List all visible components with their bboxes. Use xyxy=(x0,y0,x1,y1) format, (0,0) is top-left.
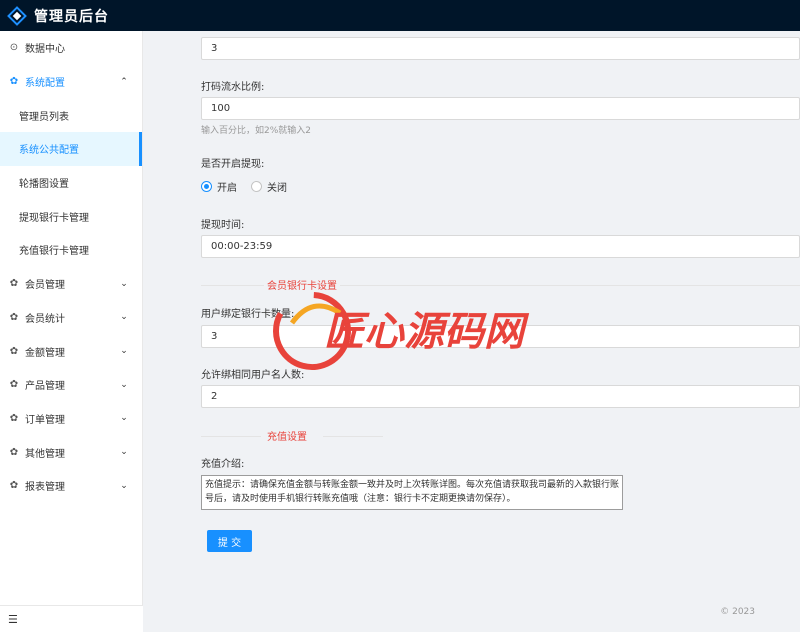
section-member-bank-card: 会员银行卡设置 xyxy=(201,277,800,292)
top-field-input[interactable]: 3 xyxy=(201,37,800,60)
bind-count-input[interactable]: 3 xyxy=(201,325,800,348)
sidebar-group-member-management[interactable]: ✿ 会员管理 ⌄ xyxy=(0,267,142,301)
withdraw-time-input[interactable]: 00:00-23:59 xyxy=(201,235,800,258)
section-title-member-bank: 会员银行卡设置 xyxy=(264,277,340,292)
chevron-down-icon: ⌄ xyxy=(120,379,128,390)
app-title: 管理员后台 xyxy=(34,8,109,25)
chevron-down-icon: ⌄ xyxy=(120,312,128,323)
withdraw-time-label: 提现时间: xyxy=(201,220,245,231)
radio-unchecked-icon[interactable] xyxy=(251,181,262,192)
gear-icon: ✿ xyxy=(9,379,19,391)
sidebar-group-member-stats[interactable]: ✿ 会员统计 ⌄ xyxy=(0,301,142,335)
section-divider-left xyxy=(201,436,261,437)
recharge-intro-textarea[interactable]: 充值提示：请确保充值金额与转账金额一致并及时上次转账详图。每次充值请获取我司最新… xyxy=(201,475,623,510)
code-ratio-input[interactable]: 100 xyxy=(201,97,800,120)
submit-button[interactable]: 提 交 xyxy=(207,530,252,552)
section-title-recharge: 充值设置 xyxy=(264,428,310,443)
radio-checked-icon[interactable] xyxy=(201,181,212,192)
gear-icon: ✿ xyxy=(9,278,19,290)
sidebar-item-admin-list[interactable]: 管理员列表 xyxy=(0,98,142,132)
sidebar: ⊙ 数据中心 ✿ 系统配置 ⌃ 管理员列表 系统公共配置 轮播图设置 提现银行卡… xyxy=(0,31,143,632)
withdraw-enabled-option-on[interactable]: 开启 xyxy=(201,179,237,194)
same-name-label: 允许绑相同用户名人数: xyxy=(201,370,305,381)
sidebar-group-other-management[interactable]: ✿ 其他管理 ⌄ xyxy=(0,435,142,469)
main-content: 3 打码流水比例: 100 输入百分比，如2%就输入2 是否开启提现: 开启 关… xyxy=(143,31,800,632)
sidebar-group-system-config[interactable]: ✿ 系统配置 ⌃ xyxy=(0,65,142,99)
section-recharge: 充值设置 xyxy=(201,428,800,443)
app-logo-icon xyxy=(7,5,27,26)
code-ratio-help: 输入百分比，如2%就输入2 xyxy=(201,126,312,136)
chevron-down-icon: ⌄ xyxy=(120,480,128,491)
chevron-down-icon: ⌄ xyxy=(120,413,128,424)
bind-count-label: 用户绑定银行卡数量: xyxy=(201,309,295,320)
sidebar-group-amount-management[interactable]: ✿ 金额管理 ⌄ xyxy=(0,334,142,368)
sidebar-collapse-button[interactable]: ☰ xyxy=(0,605,143,632)
dashboard-icon: ⊙ xyxy=(9,42,19,54)
same-name-input[interactable]: 2 xyxy=(201,385,800,408)
sidebar-item-recharge-bank-cards[interactable]: 充值银行卡管理 xyxy=(0,233,142,267)
chevron-down-icon: ⌄ xyxy=(120,346,128,357)
gear-icon: ✿ xyxy=(9,446,19,458)
recharge-intro-label: 充值介绍: xyxy=(201,459,245,470)
sidebar-group-order-management[interactable]: ✿ 订单管理 ⌄ xyxy=(0,402,142,436)
gear-icon: ✿ xyxy=(9,76,19,88)
chevron-down-icon: ⌄ xyxy=(120,278,128,289)
gear-icon: ✿ xyxy=(9,311,19,323)
withdraw-enabled-option-off[interactable]: 关闭 xyxy=(251,179,287,194)
chevron-up-icon: ⌃ xyxy=(120,76,128,87)
withdraw-enabled-radio-group: 开启 关闭 xyxy=(201,179,301,194)
sidebar-item-system-public-config[interactable]: 系统公共配置 xyxy=(0,132,142,166)
sidebar-item-withdraw-bank-cards[interactable]: 提现银行卡管理 xyxy=(0,199,142,233)
sidebar-item-data-center[interactable]: ⊙ 数据中心 xyxy=(0,31,142,65)
gear-icon: ✿ xyxy=(9,480,19,492)
withdraw-enabled-label: 是否开启提现: xyxy=(201,159,265,170)
menu-fold-icon: ☰ xyxy=(8,612,18,626)
gear-icon: ✿ xyxy=(9,345,19,357)
footer-copyright: © 2023 xyxy=(720,607,755,617)
sidebar-group-product-management[interactable]: ✿ 产品管理 ⌄ xyxy=(0,368,142,402)
section-divider-right xyxy=(323,436,383,437)
sidebar-group-report-management[interactable]: ✿ 报表管理 ⌄ xyxy=(0,469,142,503)
gear-icon: ✿ xyxy=(9,412,19,424)
chevron-down-icon: ⌄ xyxy=(120,447,128,458)
code-ratio-label: 打码流水比例: xyxy=(201,82,265,93)
header-bar: 管理员后台 xyxy=(0,0,800,31)
sidebar-item-carousel-settings[interactable]: 轮播图设置 xyxy=(0,166,142,200)
